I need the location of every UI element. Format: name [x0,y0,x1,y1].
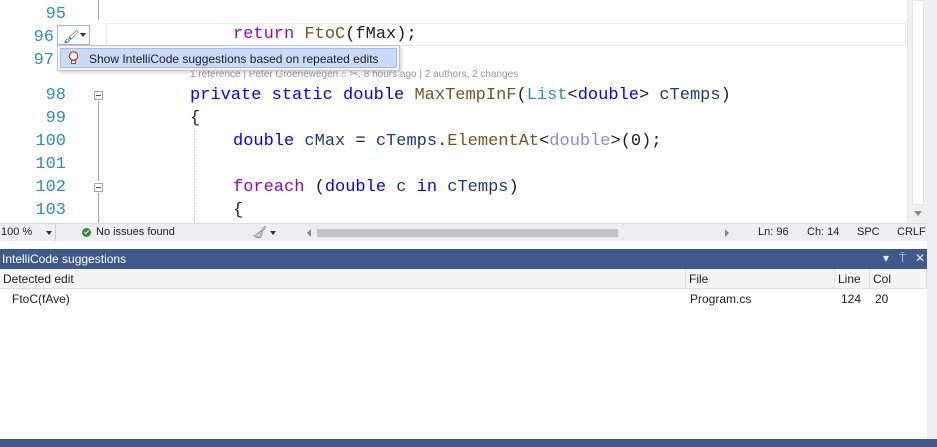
parameter-name: cTemps [659,86,721,105]
outline-line [98,0,99,20]
method-name: FtoC [304,25,346,44]
brush-icon: 🖌︎ [63,29,80,44]
scroll-right-icon[interactable] [725,229,729,237]
code-line-99[interactable]: { [190,107,200,130]
horizontal-scrollbar-thumb[interactable] [317,229,618,237]
dropdown-icon[interactable]: ▾ [883,251,889,265]
column-header-line[interactable]: Line [835,269,870,289]
quick-actions-menu: Show IntelliCode suggestions based on re… [57,45,400,71]
code-text: (fMax); [345,25,417,44]
parameter-name: cTemps [437,178,509,197]
code-text: < [567,86,578,105]
issues-status[interactable]: No issues found [96,226,175,238]
code-line-100[interactable]: double cMax = cTemps.ElementAt<double>(0… [233,130,662,153]
method-name: ElementAt [447,132,540,151]
pin-icon[interactable]: ⍑ [899,251,906,266]
code-line-103[interactable]: { [233,199,243,222]
keyword: private [190,86,262,105]
code-text: ( [516,86,527,105]
code-text: = [345,132,376,151]
parameter-name: cTemps [375,132,438,151]
line-number: 96 [33,28,54,47]
current-line-highlight [106,23,906,46]
code-text: ) [508,178,519,197]
outline-line [98,101,99,181]
keyword: double [343,86,405,105]
column-header-detected-edit[interactable]: Detected edit [0,269,686,289]
line-number: 101 [35,155,66,174]
scrollbar-thumb[interactable] [912,0,924,205]
keyword: static [271,86,333,105]
column-header-file[interactable]: File [686,269,835,289]
keyword: double [549,132,611,151]
code-line-96[interactable]: return FtoC(fMax); [233,23,417,46]
keyword: double [233,132,295,151]
line-cell: 124 [841,292,862,306]
line-number: 98 [45,86,66,105]
code-text: ) [720,86,731,105]
tool-window-title-bar[interactable]: IntelliCode suggestions ▾ ⍑ ✕ [0,249,927,269]
outline-line [98,193,99,223]
type-name: List [526,86,568,105]
editor-status-bar: 100 % No issues found 🧹︎ Ln: 96 Ch: 14 S… [0,223,927,241]
code-text: . [437,132,448,151]
menu-item-label: Show IntelliCode suggestions based on re… [89,52,379,66]
collapse-icon[interactable] [94,183,103,192]
keyword: return [233,25,295,44]
code-line-98[interactable]: private static double MaxTempInF(List<do… [190,84,731,107]
method-name: MaxTempInF [414,86,517,105]
whitespace-indicator[interactable]: SPC [857,226,880,238]
dropdown-icon [80,33,86,37]
line-number: 97 [33,51,54,70]
code-text: ( [304,178,325,197]
keyword: in [416,178,438,197]
code-text: > [610,132,621,151]
col-cell: 20 [875,292,889,306]
column-indicator[interactable]: Ch: 14 [807,226,839,238]
line-number: 99 [45,109,66,128]
window-edge [927,0,937,447]
code-editor[interactable]: 95 96 97 98 99 100 101 102 103 return Ft… [0,0,937,223]
code-text: > [638,86,650,105]
line-number: 100 [35,132,66,151]
lightbulb-icon [68,51,79,64]
keyword: double [577,86,639,105]
indent-guide [194,128,195,223]
check-circle-icon [82,228,91,237]
line-indicator[interactable]: Ln: 96 [758,226,789,238]
line-ending-indicator[interactable]: CRLF [897,226,926,238]
intellicode-suggestions-list: Detected edit File Line Col FtoC(fAve) P… [0,269,927,439]
show-intellicode-suggestions-menu-item[interactable]: Show IntelliCode suggestions based on re… [60,48,397,68]
zoom-level: 100 % [1,226,33,238]
broom-icon[interactable]: 🧹︎ [252,225,267,239]
scroll-down-icon[interactable] [914,211,922,216]
zoom-dropdown[interactable]: 100 % [0,224,56,241]
column-header-col[interactable]: Col [870,269,927,289]
vertical-scrollbar[interactable] [907,0,927,223]
quick-actions-button[interactable]: 🖌︎ [57,25,90,45]
bottom-border [0,439,937,447]
keyword: foreach [233,178,305,197]
keyword: double [324,178,387,197]
collapse-icon[interactable] [94,91,103,100]
scroll-left-icon[interactable] [307,229,311,237]
chevron-down-icon[interactable] [270,231,276,235]
line-number: 103 [35,201,66,220]
file-cell: Program.cs [690,292,752,306]
detected-edit-cell: FtoC(fAve) [12,292,70,306]
tool-window-title: IntelliCode suggestions [2,252,127,266]
code-text: < [539,132,550,151]
variable-name: c [386,178,417,197]
chevron-down-icon [46,231,52,235]
close-icon[interactable]: ✕ [915,251,925,265]
code-line-102[interactable]: foreach (double c in cTemps) [233,176,519,199]
line-number: 102 [35,178,66,197]
variable-name: cMax [304,132,346,151]
line-number: 95 [45,5,66,24]
code-text: (0); [620,132,662,151]
